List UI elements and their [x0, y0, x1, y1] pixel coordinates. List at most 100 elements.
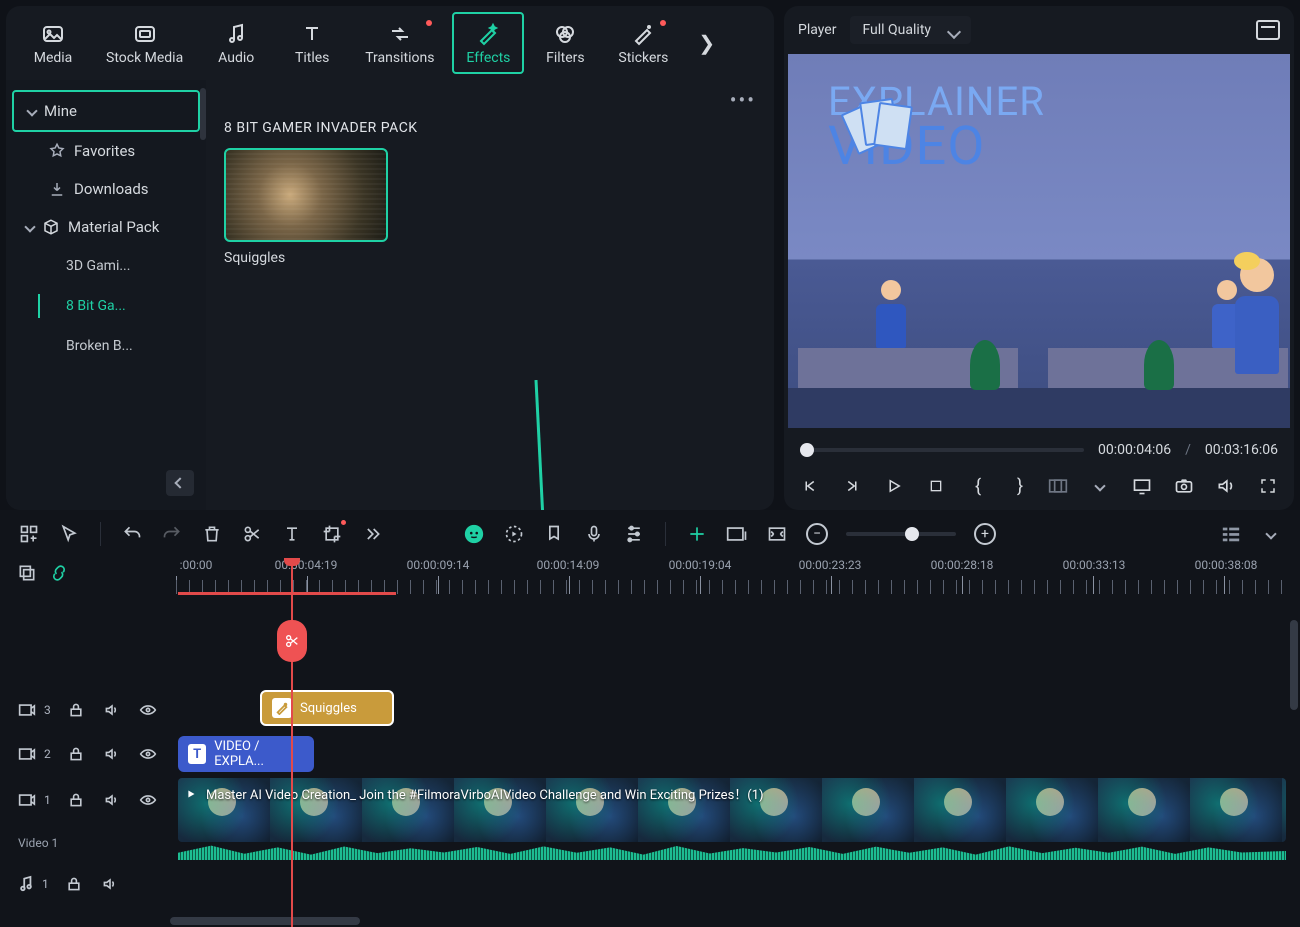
zoom-out-button[interactable]: −: [806, 523, 828, 545]
playhead[interactable]: [291, 558, 293, 927]
selection-range: [178, 592, 396, 595]
lock-button[interactable]: [63, 873, 85, 895]
delete-button[interactable]: [201, 523, 223, 545]
tab-stickers[interactable]: Stickers: [606, 14, 680, 72]
content-more-icon[interactable]: •••: [730, 88, 756, 112]
adjustments-button[interactable]: [726, 523, 748, 545]
video-track-lane[interactable]: Master AI Video Creation_ Join the #Film…: [176, 778, 1292, 864]
effect-name: Squiggles: [224, 250, 756, 266]
voiceover-button[interactable]: [583, 523, 605, 545]
timeline-vertical-scrollbar[interactable]: [1290, 620, 1298, 710]
track-view-dropdown-icon[interactable]: [1260, 523, 1282, 545]
split-button[interactable]: [241, 523, 263, 545]
effects-sidebar: Mine Favorites Downloads Material Pack: [6, 80, 206, 510]
snapshot-button[interactable]: [1174, 476, 1194, 496]
lock-button[interactable]: [65, 743, 87, 765]
mute-button[interactable]: [101, 699, 123, 721]
sidebar-subitem-3d-gaming[interactable]: 3D Gami...: [12, 246, 200, 286]
visibility-button[interactable]: [137, 743, 159, 765]
ai-button[interactable]: [463, 523, 485, 545]
lock-button[interactable]: [65, 789, 87, 811]
tab-media[interactable]: Media: [18, 14, 88, 72]
audio-icon: [224, 22, 248, 46]
time-ruler[interactable]: :00:0000:00:04:1900:00:09:1400:00:14:090…: [176, 558, 1292, 602]
stop-button[interactable]: [926, 476, 946, 496]
preview-viewport[interactable]: EXPLAINER VIDEO: [788, 54, 1290, 428]
clip-title[interactable]: T VIDEO / EXPLA...: [178, 736, 314, 772]
visibility-button[interactable]: [137, 789, 159, 811]
display-button[interactable]: [1132, 476, 1152, 496]
timeline-tracks[interactable]: :00:0000:00:04:1900:00:09:1400:00:14:090…: [176, 558, 1292, 927]
track-header-audio1[interactable]: 1: [8, 862, 176, 906]
volume-button[interactable]: [1216, 476, 1236, 496]
selection-tool-button[interactable]: [58, 523, 80, 545]
track-number: 3: [44, 703, 51, 717]
timeline-horizontal-scrollbar[interactable]: [170, 917, 360, 925]
tab-transitions[interactable]: Transitions: [353, 14, 446, 72]
zoom-slider[interactable]: [846, 532, 956, 536]
tab-label: Media: [34, 50, 73, 66]
lock-button[interactable]: [65, 699, 87, 721]
zoom-thumb[interactable]: [905, 527, 919, 541]
crop-button[interactable]: [321, 523, 343, 545]
mute-button[interactable]: [101, 743, 123, 765]
video-track-icon: [18, 746, 36, 762]
quality-select[interactable]: Full Quality: [850, 16, 971, 44]
sidebar-item-favorites[interactable]: Favorites: [12, 132, 200, 170]
zoom-in-button[interactable]: +: [974, 523, 996, 545]
collapse-sidebar-button[interactable]: [166, 470, 194, 496]
timeline-panel: − + 3 2: [0, 510, 1300, 927]
sidebar-item-downloads[interactable]: Downloads: [12, 170, 200, 208]
effect-item-squiggles[interactable]: Squiggles: [224, 148, 756, 266]
track-header-3[interactable]: 3: [8, 688, 176, 732]
next-frame-button[interactable]: [842, 476, 862, 496]
link-button[interactable]: [48, 562, 70, 584]
sidebar-subitem-8bit-gamer[interactable]: 8 Bit Ga...: [12, 286, 200, 326]
tab-audio[interactable]: Audio: [201, 14, 271, 72]
play-button[interactable]: [884, 476, 904, 496]
add-marker-button[interactable]: [18, 523, 40, 545]
track-header-2[interactable]: 2: [8, 732, 176, 776]
fullscreen-button[interactable]: [1258, 476, 1278, 496]
sidebar-subitem-broken[interactable]: Broken B...: [12, 326, 200, 366]
sidebar-item-material-pack[interactable]: Material Pack: [12, 208, 200, 246]
scope-button[interactable]: [1256, 20, 1280, 40]
scrub-track[interactable]: [800, 448, 1084, 452]
mute-button[interactable]: [99, 873, 121, 895]
more-tools-button[interactable]: [361, 523, 383, 545]
tab-filters[interactable]: Filters: [530, 14, 600, 72]
redo-button[interactable]: [161, 523, 183, 545]
aspect-ratio-button[interactable]: [1048, 476, 1068, 496]
tab-stock-media[interactable]: Stock Media: [94, 14, 195, 72]
add-track-button[interactable]: [16, 562, 38, 584]
mute-button[interactable]: [101, 789, 123, 811]
mark-in-button[interactable]: {: [968, 476, 988, 496]
more-tabs-chevron-icon[interactable]: ❯: [692, 25, 721, 61]
fit-button[interactable]: [766, 523, 788, 545]
effect-thumbnail[interactable]: [224, 148, 388, 242]
mixer-button[interactable]: [623, 523, 645, 545]
text-button[interactable]: [281, 523, 303, 545]
tab-titles[interactable]: Titles: [277, 14, 347, 72]
mark-out-button[interactable]: }: [1010, 476, 1030, 496]
player-panel: Player Full Quality EXPLAINER VIDEO: [784, 6, 1294, 510]
tab-effects[interactable]: Effects: [452, 12, 524, 74]
audio-waveform: [178, 842, 1286, 860]
track-view-button[interactable]: [1220, 523, 1242, 545]
auto-reframe-button[interactable]: [686, 523, 708, 545]
prev-frame-button[interactable]: [800, 476, 820, 496]
playhead-handle[interactable]: [284, 558, 300, 566]
player-controls: { }: [784, 462, 1294, 510]
aspect-dropdown-icon[interactable]: [1090, 476, 1110, 496]
title-track-lane[interactable]: T VIDEO / EXPLA...: [176, 736, 1292, 776]
effect-track-lane[interactable]: Squiggles: [176, 690, 1292, 734]
clip-effect-squiggles[interactable]: Squiggles: [260, 690, 394, 726]
playhead-split-button[interactable]: [277, 620, 307, 662]
sidebar-item-mine[interactable]: Mine: [12, 90, 200, 132]
marker-button[interactable]: [543, 523, 565, 545]
track-header-video1[interactable]: 1 Video 1: [8, 776, 176, 862]
visibility-button[interactable]: [137, 699, 159, 721]
undo-button[interactable]: [121, 523, 143, 545]
render-button[interactable]: [503, 523, 525, 545]
scrub-thumb[interactable]: [800, 443, 814, 457]
